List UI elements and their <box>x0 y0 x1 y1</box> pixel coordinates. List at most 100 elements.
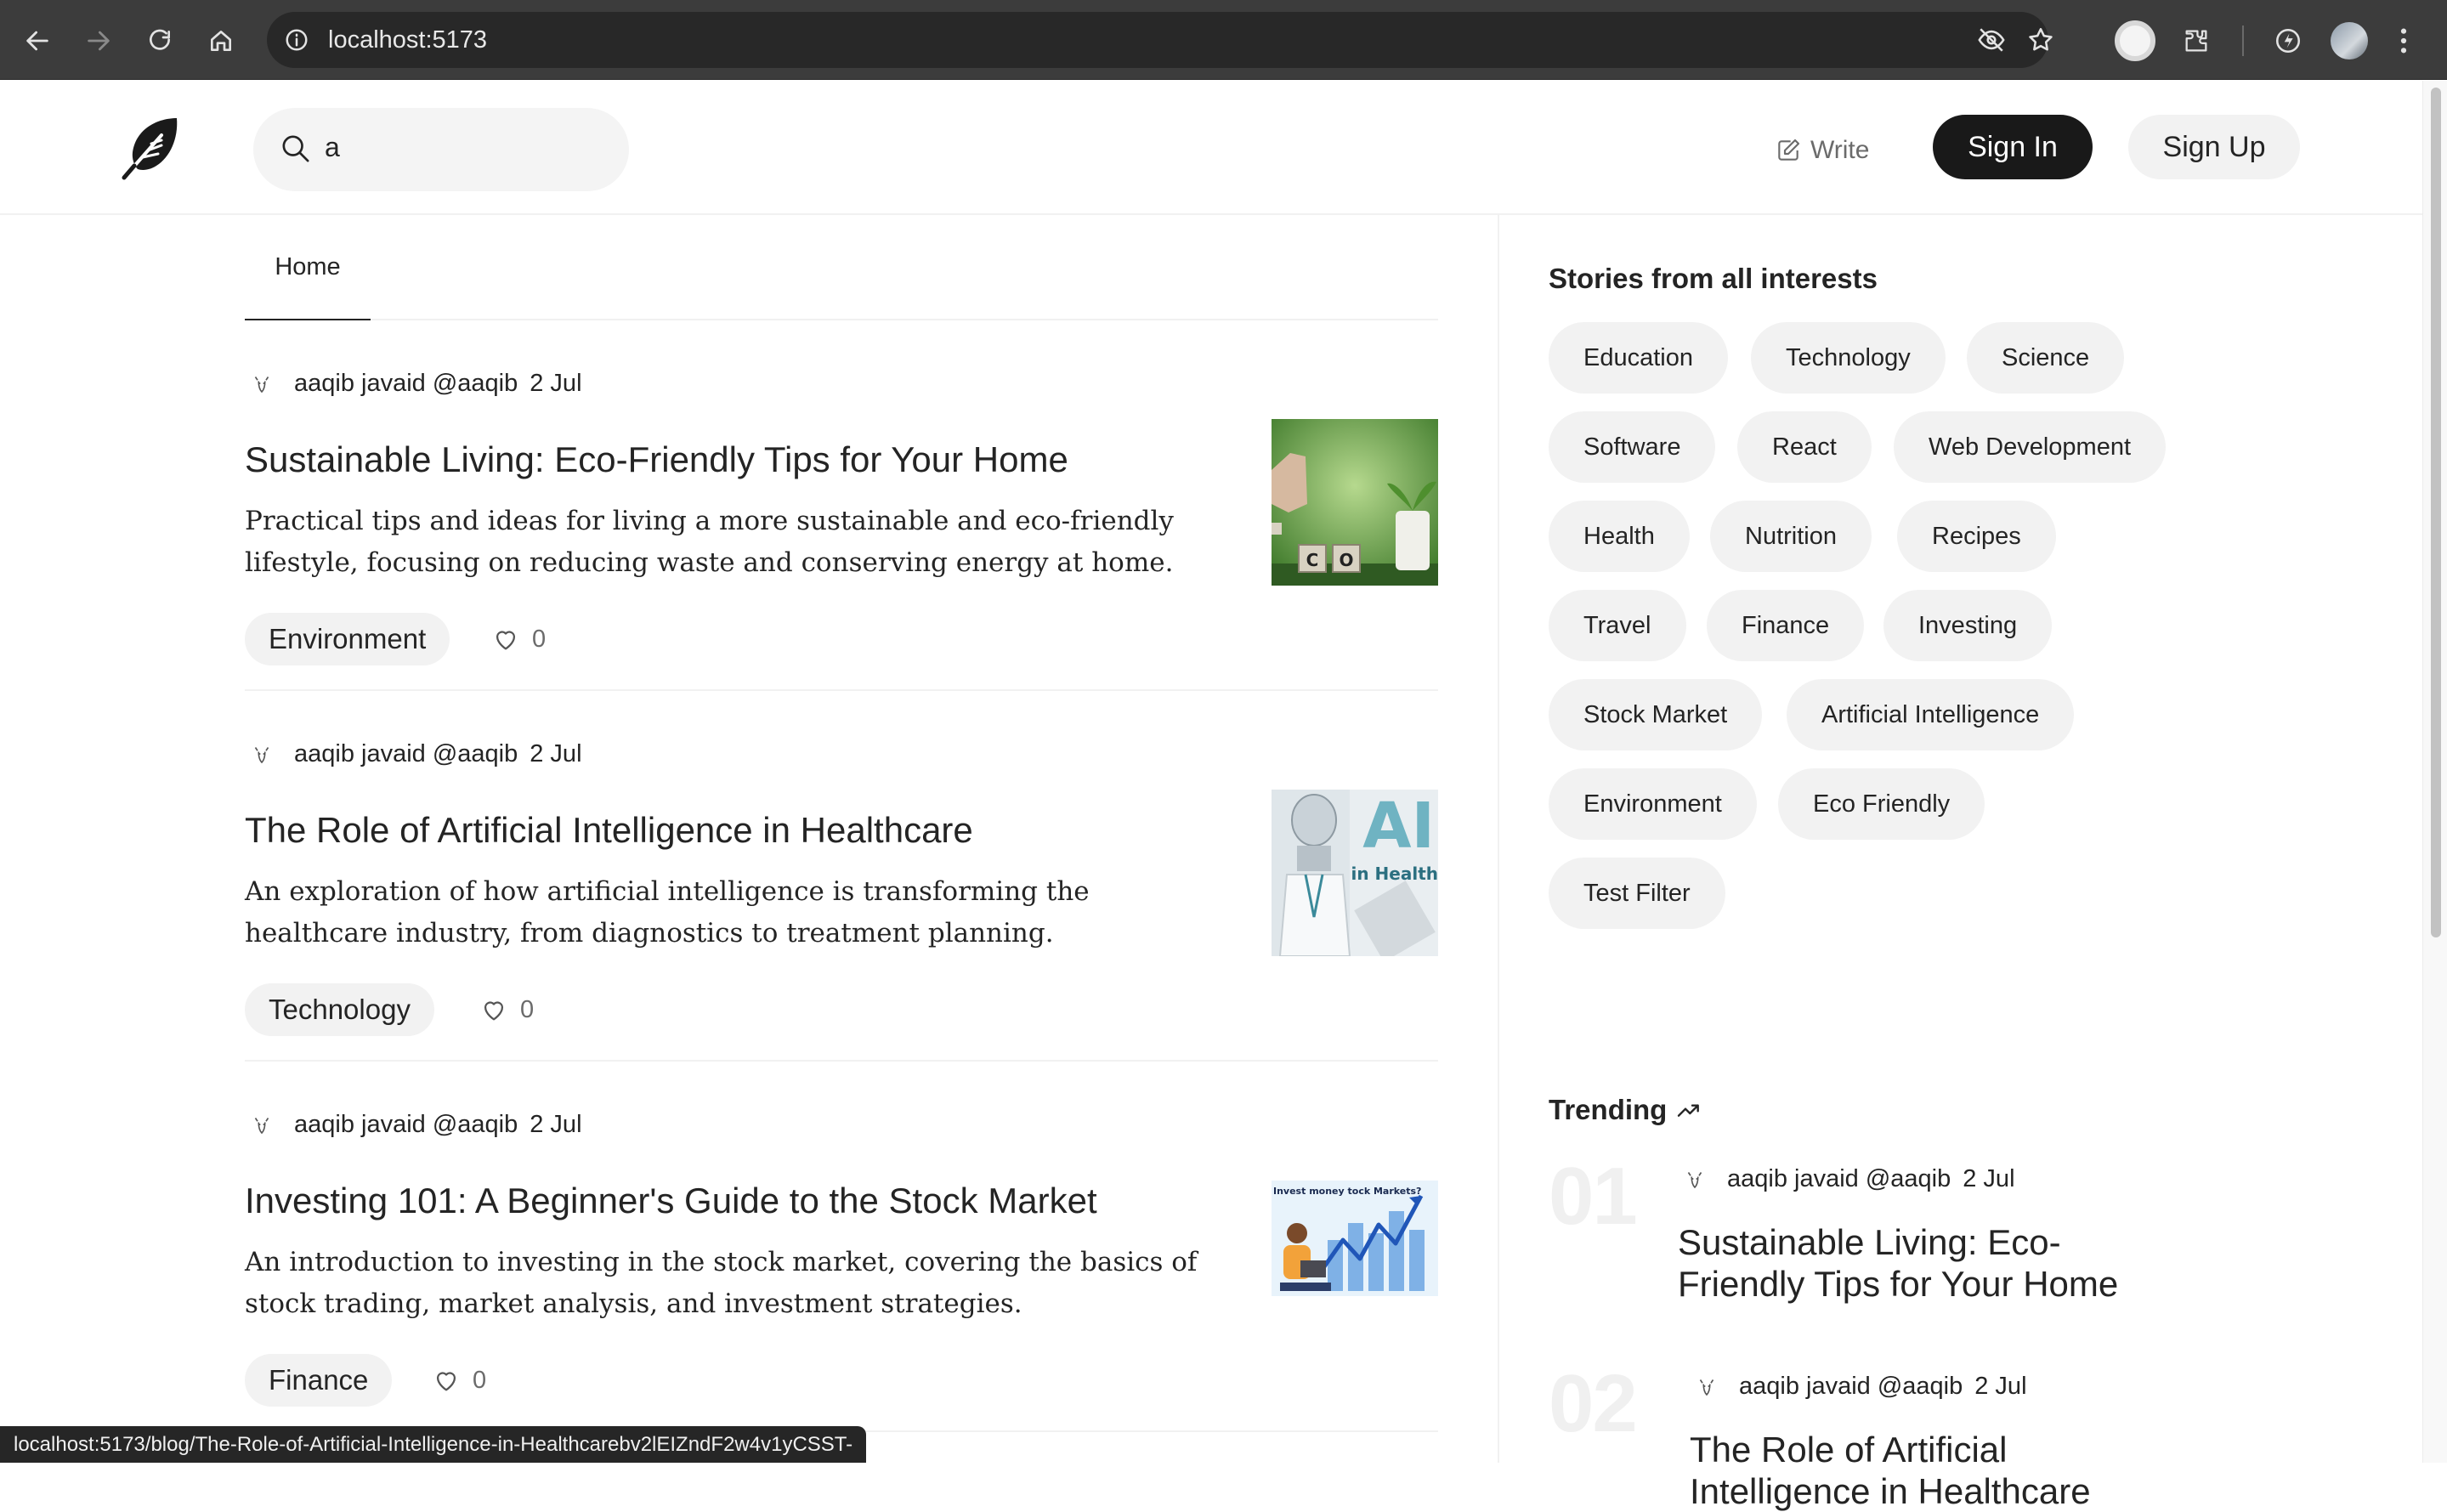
post-thumbnail[interactable]: Invest money tock Markets? <box>1272 1181 1438 1296</box>
thumb-health-text: in Health <box>1351 864 1438 884</box>
menu-icon[interactable] <box>2387 17 2421 65</box>
write-link[interactable]: Write <box>1775 132 1869 169</box>
post-card[interactable]: aaqib javaid @aaqib 2 Jul Sustainable Li… <box>245 320 1438 691</box>
sidebar: Stories from all interests Education Tec… <box>1498 215 2422 1511</box>
trending-meta: aaqib javaid @aaqib 2 Jul <box>1678 1162 2015 1196</box>
chip-health[interactable]: Health <box>1549 501 1690 572</box>
sign-up-button[interactable]: Sign Up <box>2128 115 2300 179</box>
star-icon[interactable] <box>2025 24 2057 56</box>
thumb-letter-c: C <box>1306 550 1319 570</box>
trending-date: 2 Jul <box>1974 1372 2027 1400</box>
post-date: 2 Jul <box>530 369 582 397</box>
reload-icon <box>150 29 170 50</box>
chip-travel[interactable]: Travel <box>1549 590 1686 661</box>
post-thumbnail[interactable]: C O <box>1272 419 1438 586</box>
site-info-icon[interactable] <box>282 25 311 54</box>
post-date: 2 Jul <box>530 1110 582 1138</box>
chip-eco-friendly[interactable]: Eco Friendly <box>1778 768 1985 840</box>
chip-software[interactable]: Software <box>1549 411 1716 483</box>
eye-off-icon[interactable] <box>1975 24 2008 56</box>
post-card[interactable]: aaqib javaid @aaqib 2 Jul Investing 101:… <box>245 1062 1438 1432</box>
write-label: Write <box>1810 136 1870 164</box>
post-thumbnail[interactable]: AI in Health <box>1272 790 1438 956</box>
author-name[interactable]: aaqib javaid @aaqib <box>294 1111 518 1139</box>
chip-technology[interactable]: Technology <box>1751 322 1946 394</box>
chip-stock-market[interactable]: Stock Market <box>1549 679 1763 750</box>
author-name[interactable]: aaqib javaid @aaqib <box>294 740 518 768</box>
post-meta: aaqib javaid @aaqib 2 Jul <box>245 737 582 771</box>
trending-icon <box>1678 1104 1700 1117</box>
like-count: 0 <box>520 995 535 1023</box>
post-excerpt: Practical tips and ideas for living a mo… <box>245 506 1174 578</box>
post-meta: aaqib javaid @aaqib 2 Jul <box>245 366 582 400</box>
toolbar-divider <box>2242 25 2244 56</box>
author-avatar-icon <box>1678 1162 1712 1196</box>
search-input[interactable]: a <box>253 108 629 191</box>
chip-environment[interactable]: Environment <box>1549 768 1757 840</box>
like-count: 0 <box>473 1366 487 1394</box>
heart-icon <box>484 1001 504 1021</box>
reload-button[interactable] <box>136 17 184 65</box>
author-avatar-icon <box>1690 1369 1724 1403</box>
avatar-icon[interactable] <box>2325 17 2373 65</box>
chip-recipes[interactable]: Recipes <box>1897 501 2056 572</box>
interests-heading: Stories from all interests <box>1549 263 1878 294</box>
post-title[interactable]: Investing 101: A Beginner's Guide to the… <box>245 1181 1231 1221</box>
post-tag[interactable]: Technology <box>245 983 434 1036</box>
profile-icon[interactable] <box>2111 17 2159 65</box>
chip-artificial-intelligence[interactable]: Artificial Intelligence <box>1787 679 2075 750</box>
chip-investing[interactable]: Investing <box>1883 590 2053 661</box>
trending-title[interactable]: The Role of Artificial Intelligence in H… <box>1690 1429 2132 1512</box>
chip-education[interactable]: Education <box>1549 322 1728 394</box>
search-icon <box>279 132 313 166</box>
feather-logo-icon[interactable] <box>117 113 185 181</box>
trending-number: 01 <box>1549 1151 1638 1242</box>
chip-nutrition[interactable]: Nutrition <box>1710 501 1872 572</box>
like-button[interactable]: 0 <box>432 1366 486 1395</box>
like-button[interactable]: 0 <box>479 995 534 1024</box>
post-date: 2 Jul <box>530 739 582 767</box>
author-name[interactable]: aaqib javaid @aaqib <box>1739 1373 1963 1401</box>
trending-title[interactable]: Sustainable Living: Eco-Friendly Tips fo… <box>1678 1221 2154 1305</box>
post-title[interactable]: Sustainable Living: Eco-Friendly Tips fo… <box>245 439 1231 480</box>
home-button[interactable] <box>197 17 245 65</box>
status-bar-url: localhost:5173/blog/The-Role-of-Artifici… <box>0 1426 867 1463</box>
scrollbar-thumb[interactable] <box>2431 88 2441 937</box>
post-tag[interactable]: Environment <box>245 613 450 665</box>
thumb-ai-text: AI <box>1362 790 1435 863</box>
author-avatar-icon <box>245 737 279 771</box>
site-header: a Write Sign In Sign Up <box>0 81 2422 215</box>
tab-home[interactable]: Home <box>245 215 371 320</box>
back-icon <box>26 31 48 51</box>
back-button[interactable] <box>14 17 61 65</box>
trending-heading: Trending <box>1549 1094 1702 1126</box>
post-tag[interactable]: Finance <box>245 1354 393 1407</box>
write-icon <box>1778 139 1800 161</box>
extensions-icon[interactable] <box>2172 17 2220 65</box>
chip-science[interactable]: Science <box>1967 322 2125 394</box>
post-excerpt: An introduction to investing in the stoc… <box>245 1247 1198 1319</box>
author-name[interactable]: aaqib javaid @aaqib <box>1727 1165 1951 1193</box>
forward-button[interactable] <box>75 17 122 65</box>
trending-label: Trending <box>1549 1094 1668 1125</box>
chip-test-filter[interactable]: Test Filter <box>1549 858 1725 929</box>
home-icon <box>211 31 231 51</box>
chip-react[interactable]: React <box>1737 411 1872 483</box>
post-title[interactable]: The Role of Artificial Intelligence in H… <box>245 810 1231 851</box>
page-scrollbar[interactable] <box>2422 81 2447 1463</box>
author-avatar-icon <box>245 1107 279 1141</box>
performance-icon[interactable] <box>2264 17 2312 65</box>
post-card[interactable]: aaqib javaid @aaqib 2 Jul The Role of Ar… <box>245 691 1438 1062</box>
chip-finance[interactable]: Finance <box>1707 590 1865 661</box>
trending-date: 2 Jul <box>1963 1164 2015 1192</box>
like-button[interactable]: 0 <box>491 625 546 654</box>
sign-in-button[interactable]: Sign In <box>1933 115 2093 179</box>
chip-web-development[interactable]: Web Development <box>1894 411 2167 483</box>
thumb-invest-text: Invest money tock Markets? <box>1273 1186 1421 1197</box>
browser-toolbar: localhost:5173 <box>0 0 2447 80</box>
heart-icon <box>496 631 516 650</box>
url-text: localhost:5173 <box>328 25 488 54</box>
thumb-letter-o: O <box>1339 550 1353 570</box>
author-name[interactable]: aaqib javaid @aaqib <box>294 370 518 398</box>
address-bar[interactable]: localhost:5173 <box>267 12 2053 68</box>
